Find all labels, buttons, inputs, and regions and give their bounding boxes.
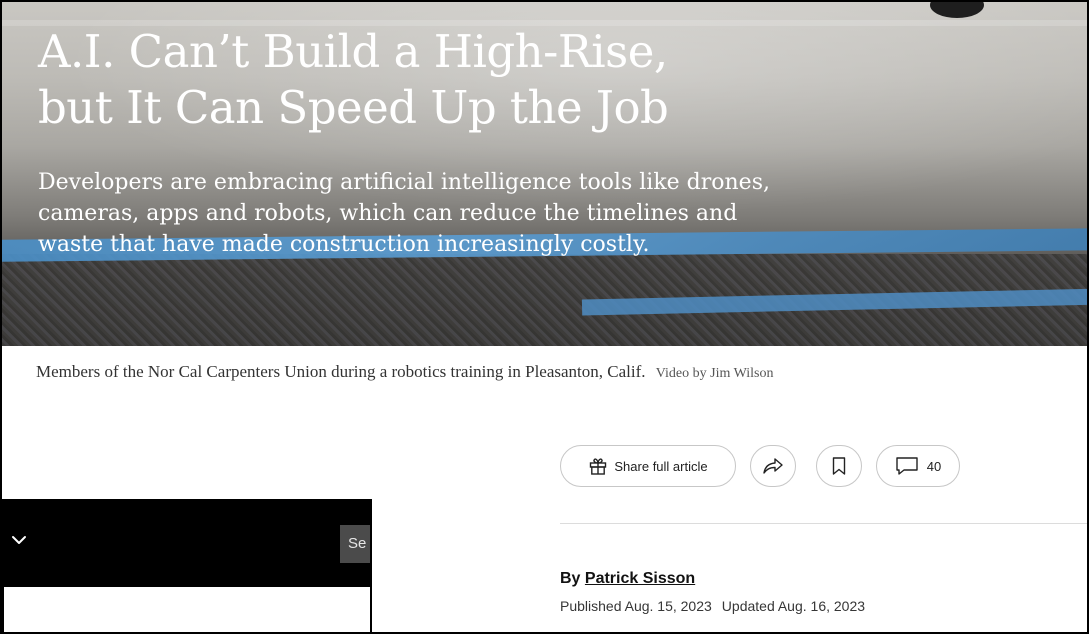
comments-button[interactable]: 40 xyxy=(876,445,960,487)
updated-date: Updated Aug. 16, 2023 xyxy=(721,598,866,614)
author-link[interactable]: Patrick Sisson xyxy=(585,570,695,587)
overlay-header-bar: Se xyxy=(4,501,370,587)
gift-icon xyxy=(588,456,608,476)
byline: By Patrick Sisson xyxy=(560,570,695,588)
page-frame: A.I. Can’t Build a High-Rise, but It Can… xyxy=(0,0,1089,634)
media-caption: Members of the Nor Cal Carpenters Union … xyxy=(36,362,774,382)
chevron-down-icon[interactable] xyxy=(8,529,30,551)
article-headline: A.I. Can’t Build a High-Rise, but It Can… xyxy=(38,25,669,134)
caption-text: Members of the Nor Cal Carpenters Union … xyxy=(36,362,646,381)
comment-bubble-icon xyxy=(895,456,919,476)
overlay-panel: Se xyxy=(2,499,372,632)
comment-count: 40 xyxy=(926,458,942,474)
published-date: Published Aug. 15, 2023 xyxy=(560,598,712,614)
share-full-article-label: Share full article xyxy=(614,458,708,474)
hero-video[interactable]: A.I. Can’t Build a High-Rise, but It Can… xyxy=(2,2,1087,346)
share-button[interactable] xyxy=(750,445,796,487)
share-arrow-icon xyxy=(762,456,784,476)
share-full-article-button[interactable]: Share full article xyxy=(560,445,736,487)
overlay-search-button[interactable]: Se xyxy=(340,525,370,563)
media-credit: Video by Jim Wilson xyxy=(655,366,774,381)
article-dates: Published Aug. 15, 2023 Updated Aug. 16, … xyxy=(560,598,865,614)
byline-prefix: By xyxy=(560,570,585,587)
save-article-button[interactable] xyxy=(816,445,862,487)
article-summary: Developers are embracing artificial inte… xyxy=(38,170,770,257)
bookmark-icon xyxy=(831,456,847,476)
toolbar-divider xyxy=(560,523,1087,524)
